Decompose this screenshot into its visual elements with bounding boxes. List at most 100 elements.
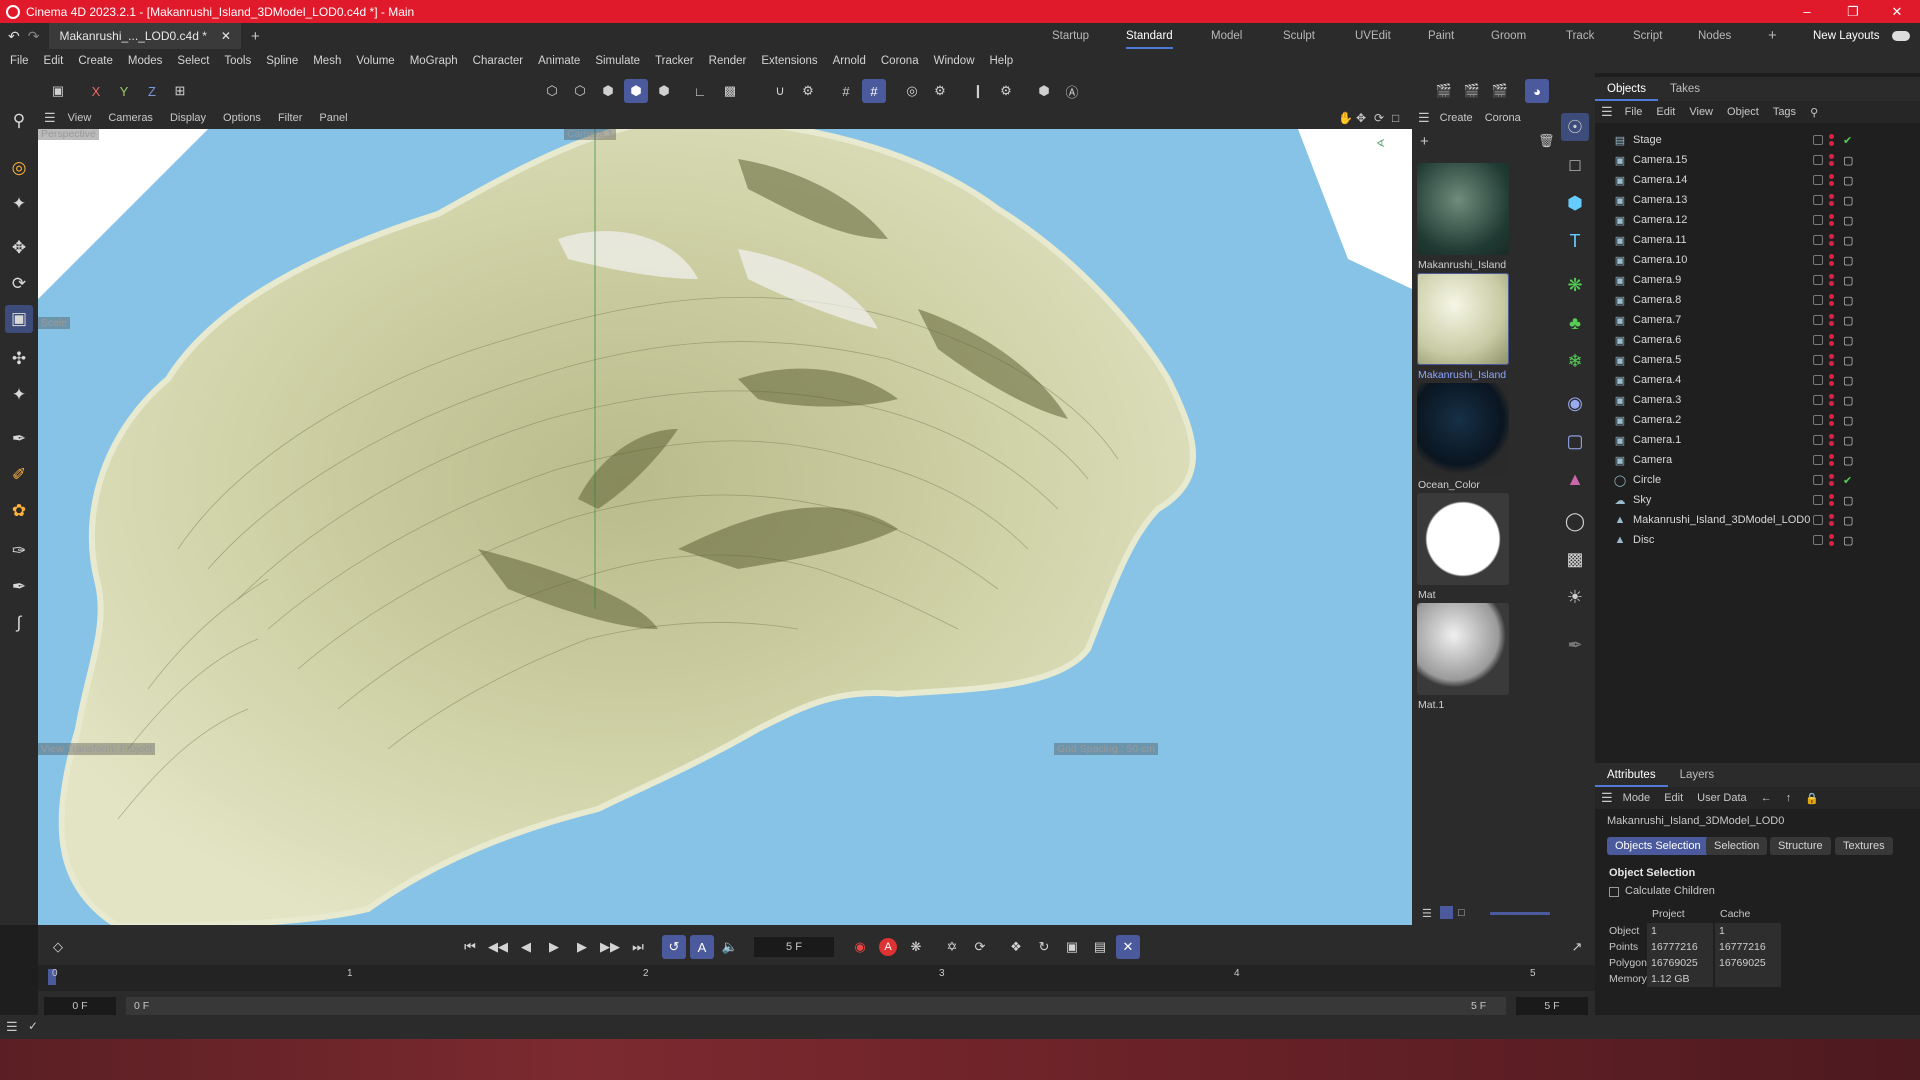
- editor-visibility-dot[interactable]: [1829, 334, 1834, 339]
- spline-pen-icon[interactable]: ✒: [5, 425, 33, 453]
- object-tag-icon[interactable]: ▢: [1843, 434, 1853, 447]
- object-list-row[interactable]: ▣ Camera ▢: [1595, 450, 1920, 470]
- object-menu-view[interactable]: View: [1689, 106, 1713, 118]
- edit-visibility-toggle[interactable]: [1813, 315, 1823, 325]
- edit-visibility-toggle[interactable]: [1813, 235, 1823, 245]
- go-to-start-icon[interactable]: ⏮: [458, 935, 482, 959]
- up-arrow-icon[interactable]: ↑: [1786, 792, 1792, 804]
- menu-corona[interactable]: Corona: [881, 55, 919, 67]
- object-tag-icon[interactable]: ▢: [1843, 154, 1853, 167]
- start-frame-field[interactable]: 0 F: [44, 997, 116, 1015]
- menu-mograph[interactable]: MoGraph: [410, 55, 458, 67]
- camera-create-icon[interactable]: ☉: [1561, 113, 1589, 141]
- editor-visibility-dot[interactable]: [1829, 274, 1834, 279]
- object-tag-icon[interactable]: ▢: [1843, 274, 1853, 287]
- edit-visibility-toggle[interactable]: [1813, 375, 1823, 385]
- object-hamburger-icon[interactable]: ☰: [1601, 104, 1613, 120]
- material-hamburger-icon[interactable]: ☰: [1418, 110, 1430, 126]
- paint-brush-icon[interactable]: ✿: [5, 497, 33, 525]
- next-key-icon[interactable]: ▶▶: [598, 935, 622, 959]
- object-tag-icon[interactable]: ▢: [1843, 494, 1853, 507]
- edit-visibility-toggle[interactable]: [1813, 335, 1823, 345]
- editor-visibility-dot[interactable]: [1829, 494, 1834, 499]
- key-interpolation-icon[interactable]: ✕: [1116, 935, 1140, 959]
- object-tag-icon[interactable]: ▢: [1843, 374, 1853, 387]
- tab-layers[interactable]: Layers: [1668, 763, 1727, 787]
- edit-visibility-toggle[interactable]: [1813, 475, 1823, 485]
- object-list-row[interactable]: ▲ Makanrushi_Island_3DModel_LOD0 ▢: [1595, 510, 1920, 530]
- object-tag-icon[interactable]: ▢: [1843, 454, 1853, 467]
- key-rotation-icon[interactable]: ⟳: [968, 935, 992, 959]
- object-list-row[interactable]: ▣ Camera.10 ▢: [1595, 250, 1920, 270]
- render-to-picture-viewer-icon[interactable]: 🎬: [1460, 79, 1484, 103]
- editor-visibility-dot[interactable]: [1829, 434, 1834, 439]
- grid-view-icon[interactable]: [1440, 906, 1453, 919]
- editor-visibility-dot[interactable]: [1829, 414, 1834, 419]
- viewport-menu-display[interactable]: Display: [170, 112, 206, 124]
- cloner-icon[interactable]: ♣: [1561, 309, 1589, 337]
- edit-visibility-toggle[interactable]: [1813, 155, 1823, 165]
- calculate-children-checkbox[interactable]: [1609, 887, 1619, 897]
- edit-visibility-toggle[interactable]: [1813, 295, 1823, 305]
- object-tag-icon[interactable]: ▢: [1843, 294, 1853, 307]
- menu-edit[interactable]: Edit: [44, 55, 64, 67]
- layout-tab-standard[interactable]: Standard: [1126, 23, 1173, 49]
- viewport-menu-cameras[interactable]: Cameras: [108, 112, 153, 124]
- layout-tab-startup[interactable]: Startup: [1052, 23, 1089, 49]
- timeline-ruler[interactable]: 0 1 2 3 4 5: [38, 965, 1595, 991]
- layout-tab-script[interactable]: Script: [1633, 23, 1662, 49]
- active-camera-label[interactable]: Camera.1: [564, 129, 617, 140]
- magnet-tool-icon[interactable]: ∫: [5, 609, 33, 637]
- object-tag-icon[interactable]: ▢: [1843, 254, 1853, 267]
- object-menu-object[interactable]: Object: [1727, 106, 1759, 118]
- object-list-row[interactable]: ▣ Camera.7 ▢: [1595, 310, 1920, 330]
- layout-tab-groom[interactable]: Groom: [1491, 23, 1526, 49]
- selection-button[interactable]: Selection: [1706, 837, 1768, 855]
- editor-visibility-dot[interactable]: [1829, 314, 1834, 319]
- layout-tab-nodes[interactable]: Nodes: [1698, 23, 1731, 49]
- menu-volume[interactable]: Volume: [356, 55, 394, 67]
- render-visibility-dot[interactable]: [1829, 481, 1834, 486]
- edit-visibility-toggle[interactable]: [1813, 255, 1823, 265]
- delete-material-icon[interactable]: 🗑: [1538, 133, 1555, 149]
- editor-visibility-dot[interactable]: [1829, 174, 1834, 179]
- edit-visibility-toggle[interactable]: [1813, 395, 1823, 405]
- layout-tab-track[interactable]: Track: [1566, 23, 1594, 49]
- volume-icon[interactable]: ▲: [1561, 465, 1589, 493]
- cube-icon[interactable]: ⬢: [1561, 189, 1589, 217]
- editor-visibility-dot[interactable]: [1829, 514, 1834, 519]
- editor-visibility-dot[interactable]: [1829, 234, 1834, 239]
- render-visibility-dot[interactable]: [1829, 181, 1834, 186]
- render-visibility-dot[interactable]: [1829, 401, 1834, 406]
- menu-modes[interactable]: Modes: [128, 55, 163, 67]
- tab-takes[interactable]: Takes: [1658, 77, 1712, 101]
- tags-icon[interactable]: ✒: [1561, 631, 1589, 659]
- object-mode-icon[interactable]: ⬢: [624, 79, 648, 103]
- symmetry-icon[interactable]: ❙: [966, 79, 990, 103]
- rotate-tool-icon[interactable]: ⟳: [5, 270, 33, 298]
- placement-tool-icon[interactable]: ✦: [5, 381, 33, 409]
- menu-window[interactable]: Window: [934, 55, 975, 67]
- sketch-tool-icon[interactable]: ✐: [5, 461, 33, 489]
- editor-visibility-dot[interactable]: [1829, 354, 1834, 359]
- render-view-icon[interactable]: ⬢: [1032, 79, 1056, 103]
- move-tool-icon[interactable]: ✥: [5, 234, 33, 262]
- key-position-icon[interactable]: ✡: [940, 935, 964, 959]
- structure-button[interactable]: Structure: [1770, 837, 1831, 855]
- editor-visibility-dot[interactable]: [1829, 194, 1834, 199]
- arnold-icon[interactable]: Ⓐ: [1060, 79, 1084, 103]
- menu-help[interactable]: Help: [990, 55, 1014, 67]
- menu-mesh[interactable]: Mesh: [313, 55, 341, 67]
- edit-visibility-toggle[interactable]: [1813, 275, 1823, 285]
- menu-file[interactable]: File: [10, 55, 29, 67]
- material-menu-create[interactable]: Create: [1440, 112, 1473, 124]
- render-visibility-dot[interactable]: [1829, 461, 1834, 466]
- keyframe-icon[interactable]: ◇: [46, 935, 70, 959]
- editor-visibility-dot[interactable]: [1829, 454, 1834, 459]
- object-list-row[interactable]: ▣ Camera.1 ▢: [1595, 430, 1920, 450]
- object-list-row[interactable]: ◯ Circle ✔: [1595, 470, 1920, 490]
- object-menu-file[interactable]: File: [1625, 106, 1643, 118]
- editor-visibility-dot[interactable]: [1829, 254, 1834, 259]
- editor-visibility-dot[interactable]: [1829, 374, 1834, 379]
- object-tag-icon[interactable]: ▢: [1843, 534, 1853, 547]
